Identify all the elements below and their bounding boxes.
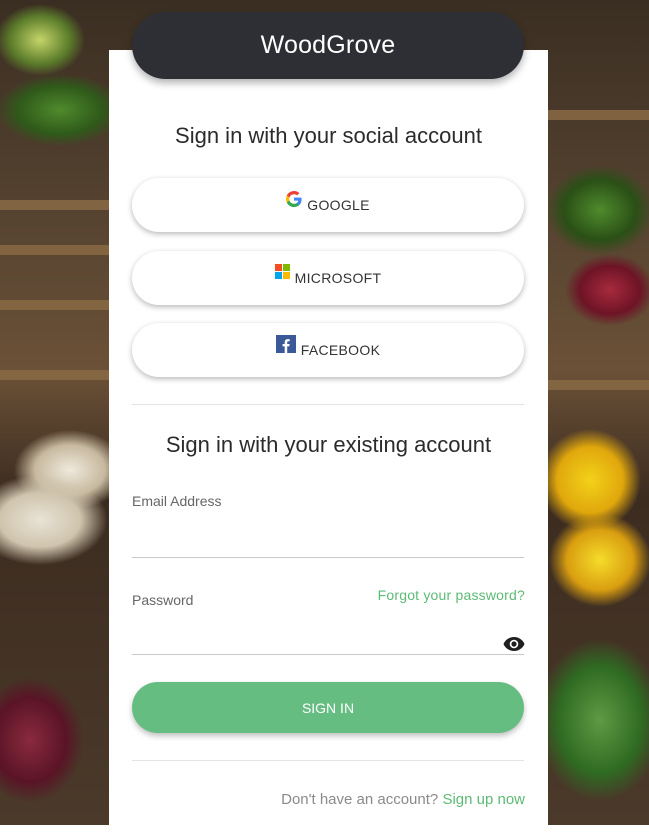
signup-prompt-text: Don't have an account? <box>281 791 439 808</box>
password-field[interactable] <box>132 626 524 655</box>
section-divider <box>132 404 524 405</box>
facebook-button-label: FACEBOOK <box>300 342 381 358</box>
email-field[interactable] <box>132 529 524 558</box>
brand-header: WoodGrove <box>132 12 524 79</box>
signup-prompt: Don't have an account? Sign up now <box>281 791 525 808</box>
forgot-password-link[interactable]: Forgot your password? <box>378 587 525 603</box>
microsoft-button-label: MICROSOFT <box>294 270 382 286</box>
footer-divider <box>132 760 524 761</box>
sign-in-button[interactable]: SIGN IN <box>132 682 524 733</box>
microsoft-icon <box>274 264 290 282</box>
facebook-icon <box>275 334 296 356</box>
signup-link[interactable]: Sign up now <box>442 791 525 808</box>
google-icon <box>286 190 302 210</box>
email-label: Email Address <box>132 493 222 509</box>
microsoft-button[interactable]: MICROSOFT <box>132 251 524 305</box>
brand-title: WoodGrove <box>260 31 396 59</box>
social-heading: Sign in with your social account <box>175 123 482 148</box>
facebook-button[interactable]: FACEBOOK <box>132 323 524 377</box>
google-button-label: GOOGLE <box>307 197 370 213</box>
google-button[interactable]: GOOGLE <box>132 178 524 232</box>
password-label: Password <box>132 592 194 608</box>
eye-icon[interactable] <box>503 636 525 652</box>
local-heading: Sign in with your existing account <box>165 432 492 457</box>
